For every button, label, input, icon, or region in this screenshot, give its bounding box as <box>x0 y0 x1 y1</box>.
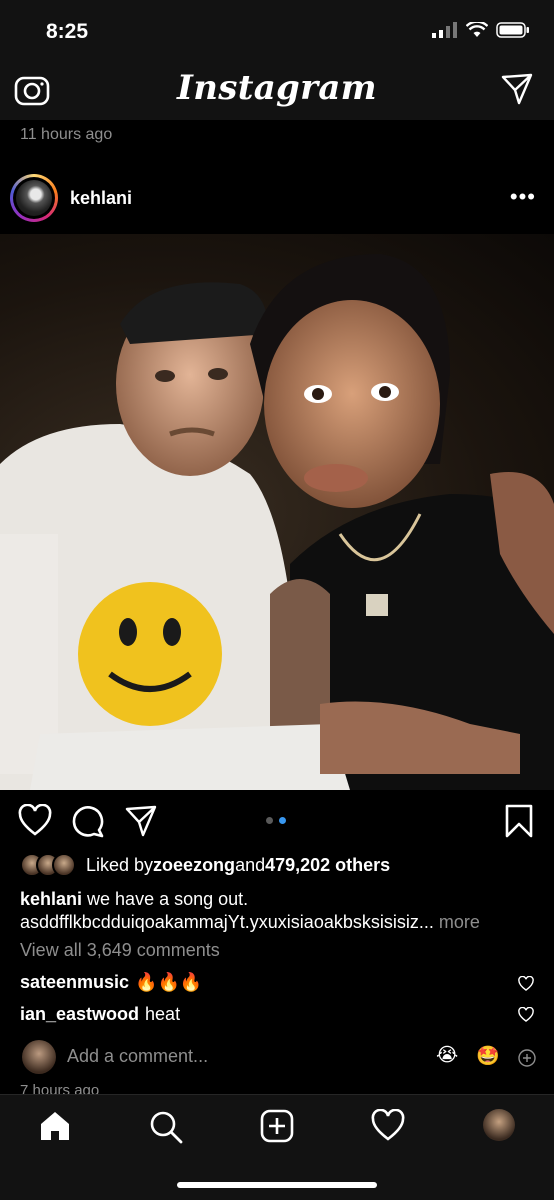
add-comment-input[interactable]: Add a comment... <box>67 1046 208 1067</box>
comment-row: sateenmusic 🔥🔥🔥 <box>20 972 202 993</box>
quick-emoji-crying[interactable]: 😭 <box>436 1044 458 1067</box>
status-time: 8:25 <box>46 20 89 43</box>
post-username[interactable]: kehlani <box>70 188 132 209</box>
post-actions <box>0 800 554 846</box>
carousel-dot <box>266 817 273 824</box>
carousel-dot-active <box>279 817 286 824</box>
quick-emoji-star-struck[interactable]: 🤩 <box>476 1044 500 1068</box>
comment-username[interactable]: sateenmusic <box>20 972 129 993</box>
post-image[interactable] <box>0 234 554 790</box>
heart-icon[interactable] <box>18 804 52 838</box>
post-caption: kehlani we have a song out. asddfflkbcdd… <box>20 888 540 934</box>
carousel-indicator <box>266 817 286 824</box>
post-header: kehlani ••• <box>0 160 554 234</box>
comment-text: 🔥🔥🔥 <box>135 972 203 992</box>
caption-more-link[interactable]: more <box>434 912 480 932</box>
direct-message-icon[interactable] <box>500 72 534 106</box>
status-icons <box>432 22 530 38</box>
avatar <box>22 1040 56 1074</box>
comment-like-heart-icon[interactable] <box>518 976 534 992</box>
comment-icon[interactable] <box>72 804 106 838</box>
comment-username[interactable]: ian_eastwood <box>20 1004 139 1025</box>
liked-by-user[interactable]: zoeezong <box>153 855 235 876</box>
avatar <box>16 180 52 216</box>
caption-text-line2: asddfflkbcdduiqoakammajYt.yxuxisiaoakbsk… <box>20 912 434 932</box>
view-all-comments-link[interactable]: View all 3,649 comments <box>20 940 220 961</box>
profile-tab-avatar[interactable] <box>483 1109 515 1141</box>
previous-post-timestamp: 11 hours ago <box>20 126 113 143</box>
home-icon[interactable] <box>38 1109 72 1143</box>
instagram-logo: Instagram <box>177 68 377 108</box>
new-post-icon[interactable] <box>260 1109 294 1143</box>
status-bar: 8:25 <box>0 0 554 66</box>
more-options-icon[interactable]: ••• <box>510 184 536 210</box>
avatar <box>52 853 76 877</box>
likes-summary[interactable]: Liked by zoeezong and 479,202 others <box>20 853 390 877</box>
activity-icon[interactable] <box>370 1109 406 1143</box>
home-indicator <box>177 1182 377 1188</box>
comment-row: ian_eastwood heat <box>20 1004 180 1025</box>
liked-by-and: and <box>235 854 266 875</box>
search-icon[interactable] <box>148 1109 184 1145</box>
bookmark-icon[interactable] <box>504 804 534 838</box>
add-emoji-icon[interactable] <box>518 1049 536 1067</box>
liked-by-prefix: Liked by <box>86 854 154 875</box>
story-ring-avatar[interactable] <box>10 174 58 222</box>
liked-by-avatars <box>20 853 76 877</box>
comment-like-heart-icon[interactable] <box>518 1007 534 1023</box>
caption-text: we have a song out. <box>82 889 249 909</box>
battery-icon <box>496 22 529 38</box>
signal-icon <box>432 22 457 38</box>
caption-username[interactable]: kehlani <box>20 889 82 909</box>
likes-count[interactable]: 479,202 others <box>265 855 390 876</box>
add-comment-row: Add a comment... 😭 🤩 <box>0 1038 554 1076</box>
top-navigation: Instagram <box>0 66 554 120</box>
post-photo-illustration <box>0 254 554 790</box>
comment-text: heat <box>145 1004 181 1024</box>
wifi-icon <box>466 22 488 37</box>
share-icon[interactable] <box>124 804 158 838</box>
bottom-tab-bar <box>0 1094 554 1200</box>
